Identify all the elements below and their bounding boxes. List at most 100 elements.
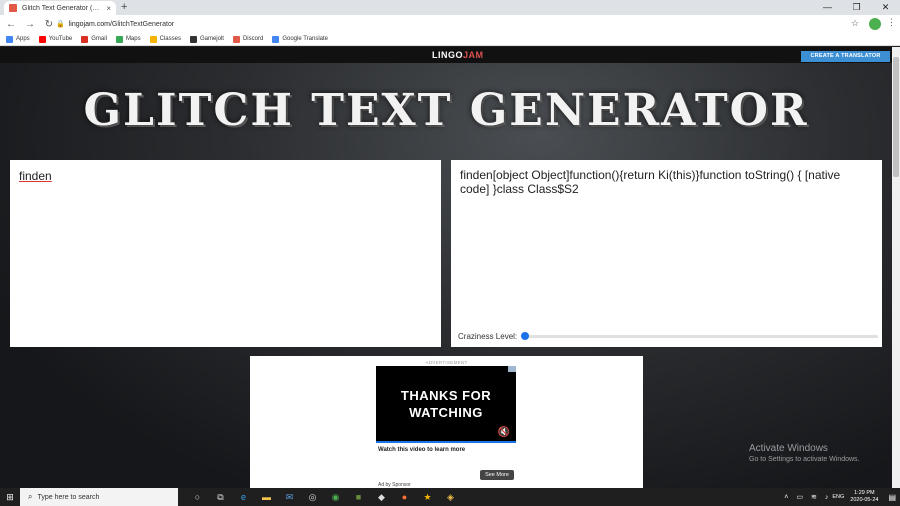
bookmark-label: Google Translate: [282, 36, 329, 42]
chevron-up-icon[interactable]: ˄: [784, 494, 788, 501]
url-host: lingojam.com: [68, 20, 110, 28]
classes-icon: [149, 35, 157, 43]
watermark-title: Activate Windows: [749, 443, 828, 454]
browser-tab[interactable]: Glitch Text Generator (copy and... ×: [4, 1, 116, 15]
maps-icon: [115, 35, 123, 43]
advertisement: ADVERTISEMENT THANKS FOR WATCHING 🔇 Watc…: [250, 356, 643, 488]
create-translator-button[interactable]: CREATE A TRANSLATOR: [801, 51, 890, 62]
bookmark-label: YouTube: [48, 36, 73, 42]
page-content: LINGOJAM CREATE A TRANSLATOR GLITCH TEXT…: [0, 47, 900, 488]
bookmark-label: Discord: [242, 36, 264, 42]
close-window-button[interactable]: ✕: [871, 0, 900, 15]
page-scrollbar[interactable]: [892, 47, 900, 488]
output-text: finden[object Object]function(){return K…: [460, 168, 841, 196]
lock-icon: 🔒: [56, 21, 65, 28]
tab-title: Glitch Text Generator (copy and...: [22, 4, 102, 12]
logo-main-text: LINGO: [432, 50, 463, 60]
muted-speaker-icon[interactable]: 🔇: [498, 427, 510, 438]
bookmark-classes[interactable]: Classes: [149, 35, 181, 43]
watermark-subtitle: Go to Settings to activate Windows.: [749, 456, 860, 463]
window-controls: — ❐ ✕: [813, 0, 900, 15]
maximize-button[interactable]: ❐: [842, 0, 871, 15]
search-placeholder: Type here to search: [37, 493, 100, 501]
bookmark-star-icon[interactable]: ☆: [851, 18, 859, 29]
profile-avatar[interactable]: [869, 18, 881, 30]
bookmark-label: Classes: [159, 36, 181, 42]
site-header: LINGOJAM CREATE A TRANSLATOR: [0, 47, 892, 63]
bookmark-label: Gmail: [91, 36, 107, 42]
slider-thumb[interactable]: [521, 332, 530, 340]
back-arrow-icon[interactable]: ←: [3, 19, 19, 30]
bookmark-google-translate[interactable]: Google Translate: [272, 35, 329, 43]
browser-tab-bar: Glitch Text Generator (copy and... × + —…: [0, 0, 900, 15]
tab-close-icon[interactable]: ×: [106, 4, 111, 13]
ad-cta-link[interactable]: Watch this video to learn more: [378, 447, 465, 453]
edge-icon[interactable]: e: [232, 492, 255, 502]
logo-accent-text: JAM: [463, 50, 484, 60]
menu-kebab-icon[interactable]: ⋮: [887, 17, 896, 28]
bookmark-discord[interactable]: Discord: [232, 35, 264, 43]
bookmarks-bar: Apps YouTube Gmail Maps Classes Gamejolt…: [0, 33, 900, 46]
chrome-icon[interactable]: ◉: [324, 492, 347, 503]
windows-taskbar: ⊞ ⌕ Type here to search ○ ⧉ e ▬ ✉ ◎ ◉ ■ …: [0, 488, 900, 506]
craziness-slider[interactable]: [521, 332, 878, 340]
bookmark-maps[interactable]: Maps: [115, 35, 141, 43]
apps-grid-icon: [6, 35, 13, 43]
url-path: /GlitchTextGenerator: [109, 20, 175, 28]
language-indicator[interactable]: ENG: [832, 494, 844, 500]
input-text: finden: [19, 169, 52, 183]
input-textarea[interactable]: finden: [10, 160, 441, 347]
windows-start-icon[interactable]: ⊞: [0, 492, 20, 503]
clock-date: 2020-05-24: [850, 497, 879, 503]
minecraft-icon[interactable]: ■: [347, 492, 370, 502]
ad-choices-icon[interactable]: [508, 366, 516, 372]
wifi-icon[interactable]: ≋: [811, 493, 817, 501]
network-icon[interactable]: ▭: [796, 493, 803, 501]
output-textarea[interactable]: finden[object Object]function(){return K…: [451, 160, 882, 347]
translate-icon: [272, 35, 280, 43]
cortana-icon[interactable]: ○: [186, 492, 209, 502]
unity-icon[interactable]: ◆: [370, 492, 393, 503]
bookmark-label: Apps: [16, 36, 30, 42]
site-logo[interactable]: LINGOJAM: [432, 50, 484, 60]
game-icon[interactable]: ★: [416, 492, 439, 503]
activate-windows-watermark: Activate Windows Go to Settings to activ…: [749, 443, 860, 463]
clock[interactable]: 1:29 PM 2020-05-24: [850, 490, 878, 504]
taskbar-apps: ○ ⧉ e ▬ ✉ ◎ ◉ ■ ◆ ● ★ ◈: [186, 492, 462, 503]
youtube-icon: [38, 35, 46, 43]
reload-icon[interactable]: ↻: [41, 19, 57, 30]
scrollbar-thumb[interactable]: [893, 57, 899, 177]
bookmark-label: Gamejolt: [199, 36, 224, 42]
address-bar[interactable]: 🔒 lingojam.com /GlitchTextGenerator: [56, 17, 856, 31]
page-title: GLITCH TEXT GENERATOR: [83, 85, 809, 136]
ad-video-text: THANKS FOR WATCHING: [400, 388, 492, 420]
steam-icon[interactable]: ◎: [301, 492, 324, 503]
ad-video[interactable]: THANKS FOR WATCHING 🔇: [376, 366, 516, 443]
system-tray: ˄ ▭ ≋ ♪ ENG 1:29 PM 2020-05-24 ▤: [780, 488, 896, 506]
minimize-button[interactable]: —: [813, 0, 842, 15]
forward-arrow-icon[interactable]: →: [22, 19, 38, 30]
ad-label: ADVERTISEMENT: [425, 360, 468, 365]
app-icon[interactable]: ◈: [439, 492, 462, 503]
see-more-button[interactable]: See More: [480, 470, 514, 480]
lingojam-favicon-icon: [9, 4, 17, 12]
gmail-icon: [81, 35, 89, 43]
taskbar-search[interactable]: ⌕ Type here to search: [20, 488, 178, 506]
mail-icon[interactable]: ✉: [278, 492, 301, 503]
volume-icon[interactable]: ♪: [825, 494, 829, 501]
clock-time: 1:29 PM: [854, 490, 875, 496]
task-view-icon[interactable]: ⧉: [209, 492, 232, 503]
gamejolt-icon: [189, 35, 197, 43]
discord-icon: [232, 35, 240, 43]
bookmark-gmail[interactable]: Gmail: [81, 35, 107, 43]
firefox-icon[interactable]: ●: [393, 492, 416, 502]
bookmark-apps[interactable]: Apps: [6, 35, 30, 43]
craziness-control: Craziness Level:: [458, 332, 878, 341]
search-icon: ⌕: [28, 492, 33, 501]
craziness-label: Craziness Level:: [458, 332, 518, 341]
notification-icon[interactable]: ▤: [888, 493, 896, 502]
bookmark-youtube[interactable]: YouTube: [38, 35, 73, 43]
file-explorer-icon[interactable]: ▬: [255, 492, 278, 502]
bookmark-gamejolt[interactable]: Gamejolt: [189, 35, 224, 43]
new-tab-button[interactable]: +: [121, 1, 127, 13]
